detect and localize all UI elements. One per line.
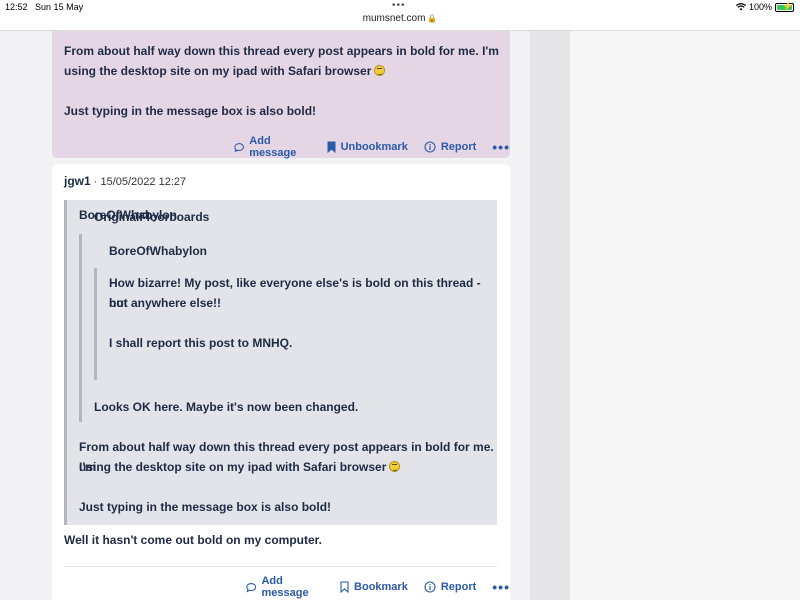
status-time: 12:52 Sun 15 May [5,2,84,12]
quote-line: Looks OK here. Maybe it's now been chang… [94,400,359,414]
post-actions: Add message Bookmark Report ••• [246,575,510,599]
more-options-button[interactable]: ••• [492,140,510,154]
quote-line: not anywhere else!! [109,296,222,310]
status-bar: 12:52 Sun 15 May ••• 100% ⚡ [0,0,800,14]
unbookmark-button[interactable]: Unbookmark [327,141,408,153]
speech-bubble-icon [246,582,257,592]
post-author[interactable]: jgw1 [64,174,91,188]
nested-quote-block: OriginalFloorboards BoreOfWhabylon How b… [79,210,494,422]
post-timestamp: 15/05/2022 12:27 [100,176,187,188]
right-margin [570,31,800,600]
add-message-button[interactable]: Add message [246,575,324,599]
nested-quote-block-inner: BoreOfWhabylon How bizarre! My post, lik… [94,244,489,380]
post-text: From about half way down this thread eve… [64,41,504,141]
quote-author: OriginalFloorboards [94,210,210,224]
add-message-button[interactable]: Add message [234,135,311,159]
url-text: mumsnet.com [362,13,426,24]
lock-icon: 🔒 [427,14,438,23]
post-body: Well it hasn't come out bold on my compu… [64,533,322,547]
status-right: 100% ⚡ [735,1,794,12]
info-icon [424,581,436,593]
post-actions: Add message Unbookmark Report ••• [234,135,510,159]
report-button[interactable]: Report [424,141,476,153]
multitasking-handle[interactable]: ••• [392,0,406,11]
bookmark-filled-icon [327,141,336,153]
wifi-icon [735,3,746,11]
post-card: jgw1 · 15/05/2022 12:27 BoreOfWhabylon O… [52,164,510,600]
confused-emoji-icon [374,65,386,76]
info-icon [424,141,436,153]
quote-line-with-emoji: using the desktop site on my ipad with S… [79,457,401,477]
post-header: jgw1 · 15/05/2022 12:27 [64,174,186,188]
more-options-button[interactable]: ••• [492,580,510,594]
quote-author: BoreOfWhabylon [109,244,207,258]
post-divider [64,566,497,567]
battery-icon: ⚡ [775,1,794,12]
confused-emoji-icon [389,461,401,472]
quote-block: BoreOfWhabylon OriginalFloorboards BoreO… [64,200,497,525]
post-line: Just typing in the message box is also b… [64,104,317,118]
post-line: From about half way down this thread eve… [64,44,499,78]
bookmark-button[interactable]: Bookmark [340,581,408,593]
quote-line: Just typing in the message box is also b… [79,500,332,514]
post-card-highlighted: From about half way down this thread eve… [52,31,510,159]
speech-bubble-icon [234,142,244,152]
battery-percent: 100% [748,2,772,12]
quote-line: I shall report this post to MNHQ. [109,336,293,350]
header-separator: · [93,176,98,188]
sidebar-column [530,31,570,600]
bookmark-icon [340,581,349,593]
report-button[interactable]: Report [424,581,476,593]
address-bar[interactable]: mumsnet.com 🔒 [0,13,800,30]
